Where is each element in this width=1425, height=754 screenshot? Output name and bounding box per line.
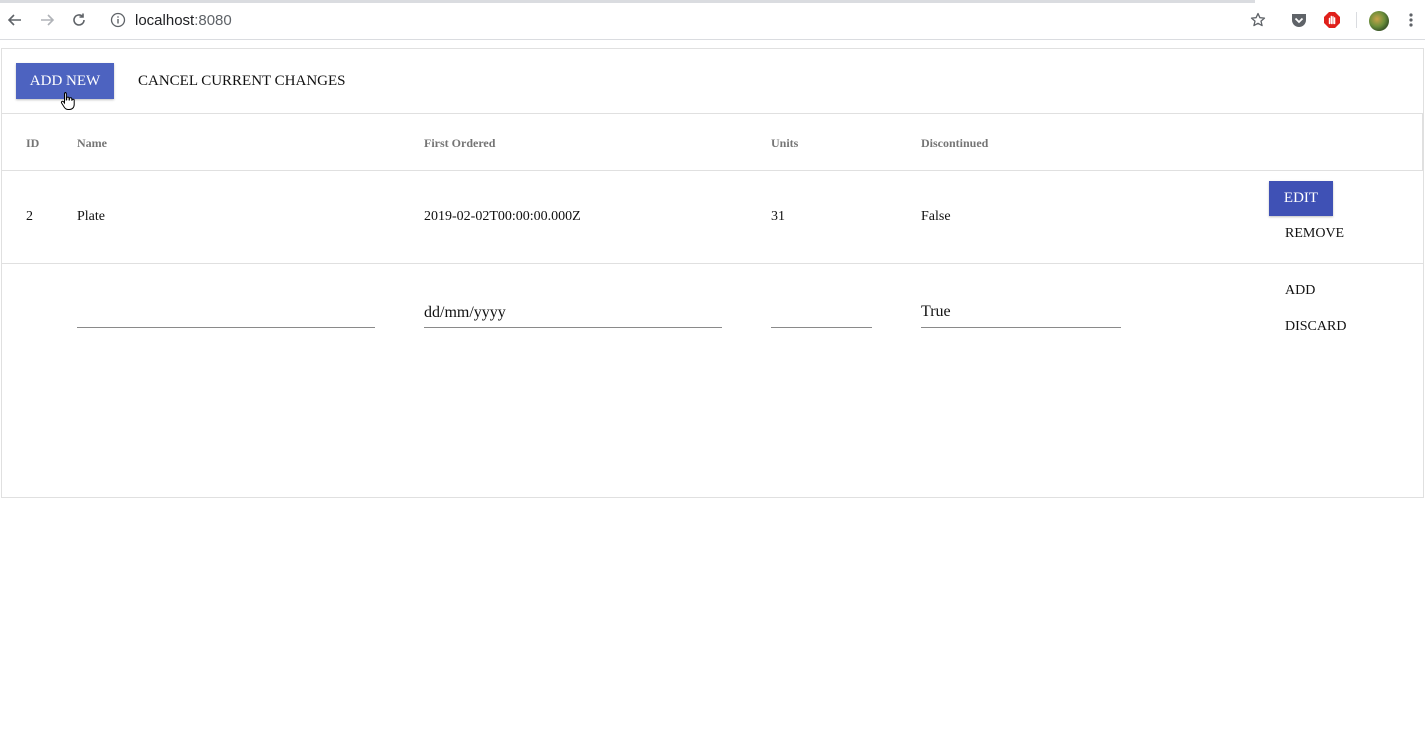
url-host: localhost <box>135 12 195 29</box>
add-row-button[interactable]: ADD <box>1285 278 1315 304</box>
bookmark-button[interactable] <box>1249 11 1267 29</box>
table-row: 2 Plate 2019-02-02T00:00:00.000Z 31 Fals… <box>2 171 1423 264</box>
adblock-extension[interactable] <box>1323 11 1341 29</box>
arrow-right-icon <box>41 14 55 26</box>
star-icon <box>1250 12 1266 27</box>
pocket-icon <box>1292 14 1306 27</box>
forward-button[interactable] <box>37 10 57 30</box>
address-bar[interactable]: localhost:8080 <box>135 11 232 31</box>
toolbar-separator <box>1356 12 1357 28</box>
cancel-changes-button[interactable]: CANCEL CURRENT CHANGES <box>138 63 346 99</box>
header-divider <box>1422 114 1423 171</box>
browser-toolbar: localhost:8080 <box>0 0 1425 40</box>
profile-avatar[interactable] <box>1369 11 1389 31</box>
cell-id: 2 <box>26 209 33 224</box>
units-input[interactable] <box>771 300 872 328</box>
grid-app: ADD NEW CANCEL CURRENT CHANGES ID Name F… <box>1 48 1424 498</box>
loading-bar <box>0 0 1255 3</box>
grid-toolbar: ADD NEW CANCEL CURRENT CHANGES <box>2 49 1423 114</box>
column-header-id[interactable]: ID <box>26 136 39 151</box>
column-header-first-ordered[interactable]: First Ordered <box>424 136 495 151</box>
info-icon[interactable] <box>110 12 126 28</box>
pocket-extension[interactable] <box>1290 11 1308 29</box>
reload-icon <box>73 13 85 26</box>
new-row-editor: True ADD DISCARD <box>2 264 1423 364</box>
reload-button[interactable] <box>69 10 89 30</box>
back-button[interactable] <box>5 10 25 30</box>
more-vertical-icon <box>1409 13 1413 27</box>
cell-name: Plate <box>77 209 105 224</box>
discontinued-select[interactable]: True <box>921 300 1121 328</box>
arrow-left-icon <box>7 14 21 26</box>
hand-cursor-icon <box>60 92 75 110</box>
column-header-discontinued[interactable]: Discontinued <box>921 136 988 151</box>
chrome-menu-button[interactable] <box>1402 11 1420 29</box>
edit-button[interactable]: EDIT <box>1269 181 1333 216</box>
name-input[interactable] <box>77 300 375 328</box>
cell-discontinued: False <box>921 209 951 224</box>
column-header-units[interactable]: Units <box>771 136 798 151</box>
url-port: :8080 <box>194 12 232 29</box>
discard-row-button[interactable]: DISCARD <box>1285 314 1346 340</box>
first-ordered-date-input[interactable] <box>424 300 722 328</box>
remove-button[interactable]: REMOVE <box>1285 221 1344 247</box>
cell-first-ordered: 2019-02-02T00:00:00.000Z <box>424 209 581 224</box>
stop-hand-icon <box>1324 12 1340 28</box>
table-header: ID Name First Ordered Units Discontinued <box>2 114 1423 171</box>
cell-units: 31 <box>771 209 785 224</box>
column-header-name[interactable]: Name <box>77 136 107 151</box>
